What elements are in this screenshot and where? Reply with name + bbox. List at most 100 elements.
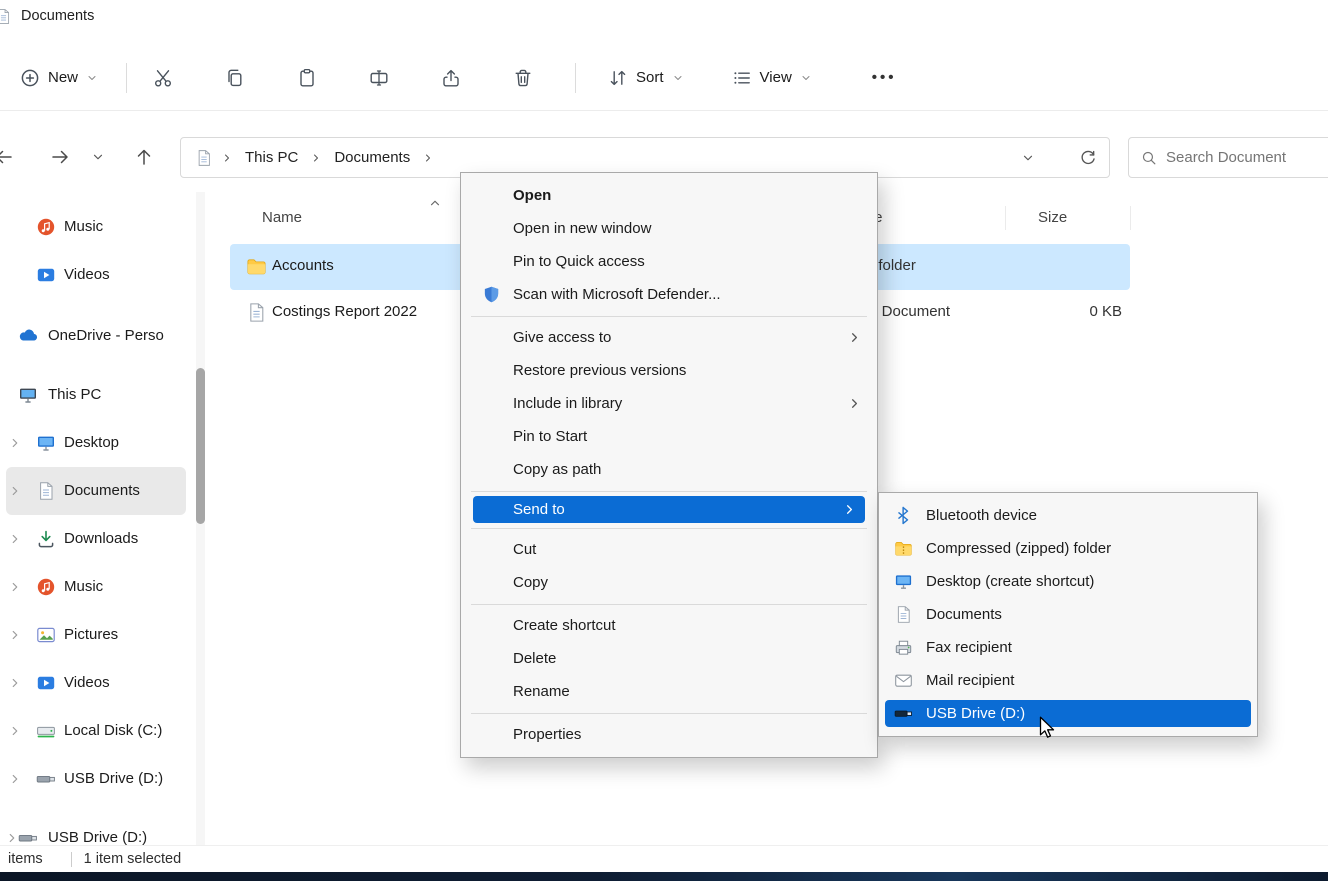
sidebar-item-music-2[interactable]: Music: [6, 563, 186, 611]
chevron-right-icon: [847, 396, 862, 411]
sidebar-item-this-pc[interactable]: This PC: [6, 371, 186, 419]
back-button[interactable]: [0, 139, 22, 175]
menu-item-delete[interactable]: Delete: [461, 642, 877, 675]
menu-item-rename[interactable]: Rename: [461, 675, 877, 708]
pictures-icon: [36, 625, 56, 645]
menu-item-pin-to-quick-access[interactable]: Pin to Quick access: [461, 245, 877, 278]
sidebar-item-desktop[interactable]: Desktop: [6, 419, 186, 467]
forward-button[interactable]: [42, 139, 78, 175]
search-input[interactable]: [1166, 149, 1326, 166]
column-divider[interactable]: [1130, 206, 1131, 230]
breadcrumb-this-pc[interactable]: This PC: [241, 147, 302, 168]
submenu-item-desktop-create-shortcut[interactable]: Desktop (create shortcut): [879, 565, 1257, 598]
music-icon: [36, 577, 56, 597]
sidebar-item-music[interactable]: Music: [6, 203, 186, 251]
menu-item-include-in-library[interactable]: Include in library: [461, 387, 877, 420]
menu-item-copy[interactable]: Copy: [461, 566, 877, 599]
send-to-submenu: Bluetooth device Compressed (zipped) fol…: [878, 492, 1258, 737]
sidebar-item-label: Desktop: [64, 434, 119, 451]
submenu-item-mail-recipient[interactable]: Mail recipient: [879, 664, 1257, 697]
menu-item-label: Create shortcut: [513, 617, 616, 634]
chevron-right-icon[interactable]: [8, 484, 22, 498]
chevron-right-icon[interactable]: [8, 436, 22, 450]
column-header-name[interactable]: Name: [262, 209, 302, 226]
view-icon: [732, 68, 752, 88]
cut-button[interactable]: [141, 58, 185, 98]
menu-item-scan-with-microsoft-defender[interactable]: Scan with Microsoft Defender...: [461, 278, 877, 311]
rename-button[interactable]: [357, 58, 401, 98]
column-divider[interactable]: [1005, 206, 1006, 230]
submenu-item-documents[interactable]: Documents: [879, 598, 1257, 631]
column-header-size[interactable]: Size: [1038, 209, 1067, 226]
submenu-item-bluetooth-device[interactable]: Bluetooth device: [879, 499, 1257, 532]
chevron-down-icon: [86, 72, 98, 84]
share-button[interactable]: [429, 58, 473, 98]
sidebar-item-onedrive[interactable]: OneDrive - Perso: [6, 312, 186, 360]
sidebar-item-pictures[interactable]: Pictures: [6, 611, 186, 659]
sidebar-item-usb-drive-d[interactable]: USB Drive (D:): [6, 755, 186, 803]
menu-item-label: Cut: [513, 541, 536, 558]
folder-icon: [246, 256, 267, 277]
defender-shield-icon: [482, 285, 501, 304]
new-button[interactable]: New: [10, 60, 108, 96]
copy-button[interactable]: [213, 58, 257, 98]
paste-icon: [297, 68, 317, 88]
menu-item-properties[interactable]: Properties: [461, 718, 877, 751]
more-options-button[interactable]: •••: [862, 61, 907, 94]
up-button[interactable]: [126, 139, 162, 175]
breadcrumb-documents[interactable]: Documents: [330, 147, 414, 168]
menu-item-open[interactable]: Open: [461, 179, 877, 212]
menu-item-pin-to-start[interactable]: Pin to Start: [461, 420, 877, 453]
chevron-right-icon[interactable]: [8, 628, 22, 642]
menu-item-create-shortcut[interactable]: Create shortcut: [461, 609, 877, 642]
sort-button-label: Sort: [636, 69, 664, 86]
menu-item-copy-as-path[interactable]: Copy as path: [461, 453, 877, 486]
sidebar-item-documents[interactable]: Documents: [6, 467, 186, 515]
file-size: 0 KB: [1022, 303, 1122, 320]
address-dropdown-chevron-icon[interactable]: [1021, 151, 1035, 165]
sidebar-item-local-disk-c[interactable]: Local Disk (C:): [6, 707, 186, 755]
menu-item-label: Open: [513, 187, 551, 204]
rename-icon: [369, 68, 389, 88]
file-name: Costings Report 2022: [272, 303, 417, 320]
submenu-item-usb-drive-d[interactable]: USB Drive (D:): [885, 700, 1251, 727]
sidebar-item-label: This PC: [48, 386, 101, 403]
menu-separator: [471, 604, 867, 605]
usb-drive-icon: [36, 769, 56, 789]
menu-item-open-in-new-window[interactable]: Open in new window: [461, 212, 877, 245]
menu-item-label: Properties: [513, 726, 581, 743]
menu-item-restore-previous-versions[interactable]: Restore previous versions: [461, 354, 877, 387]
chevron-right-icon: [422, 152, 434, 164]
chevron-right-icon: [847, 330, 862, 345]
documents-icon: [894, 605, 913, 624]
sidebar-item-label: USB Drive (D:): [48, 829, 147, 846]
search-box[interactable]: [1128, 137, 1328, 178]
recent-locations-button[interactable]: [86, 139, 110, 175]
paste-button[interactable]: [285, 58, 329, 98]
menu-item-cut[interactable]: Cut: [461, 533, 877, 566]
menu-item-label: Delete: [513, 650, 556, 667]
chevron-right-icon[interactable]: [8, 676, 22, 690]
refresh-icon[interactable]: [1079, 149, 1097, 167]
sidebar-item-videos[interactable]: Videos: [6, 251, 186, 299]
chevron-right-icon[interactable]: [8, 772, 22, 786]
sidebar-item-videos-2[interactable]: Videos: [6, 659, 186, 707]
chevron-right-icon[interactable]: [8, 724, 22, 738]
chevron-right-icon[interactable]: [8, 532, 22, 546]
view-button[interactable]: View: [722, 60, 822, 96]
menu-item-give-access-to[interactable]: Give access to: [461, 321, 877, 354]
menu-item-label: Rename: [513, 683, 570, 700]
menu-item-label: Pin to Start: [513, 428, 587, 445]
submenu-item-compressed-zipped-folder[interactable]: Compressed (zipped) folder: [879, 532, 1257, 565]
delete-button[interactable]: [501, 58, 545, 98]
chevron-right-icon[interactable]: [5, 831, 19, 845]
chevron-right-icon[interactable]: [8, 580, 22, 594]
new-button-label: New: [48, 69, 78, 86]
submenu-item-label: Desktop (create shortcut): [926, 573, 1094, 590]
sidebar-item-downloads[interactable]: Downloads: [6, 515, 186, 563]
cut-icon: [153, 68, 173, 88]
menu-item-send-to[interactable]: Send to: [473, 496, 865, 523]
submenu-item-fax-recipient[interactable]: Fax recipient: [879, 631, 1257, 664]
sidebar-scrollbar-thumb[interactable]: [196, 368, 205, 524]
sort-button[interactable]: Sort: [598, 60, 694, 96]
